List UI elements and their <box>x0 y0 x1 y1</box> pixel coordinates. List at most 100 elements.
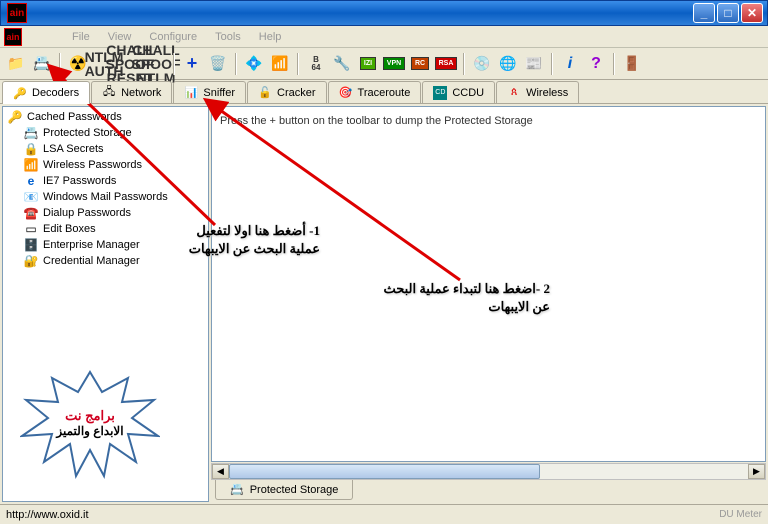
toolbar: 📁 📇 ☢️ NTLM AUTH CHALL SPOOF RESET CHALL… <box>0 48 768 80</box>
tab-label: Traceroute <box>358 87 411 99</box>
tree-item-windows-mail[interactable]: 📧 Windows Mail Passwords <box>5 189 206 205</box>
traceroute-icon: 🎯 <box>339 86 353 100</box>
separator <box>173 53 175 75</box>
key-button[interactable]: 🔧 <box>330 52 354 76</box>
tree-label: LSA Secrets <box>43 143 104 155</box>
ie-icon: e <box>23 174 39 188</box>
content-hint: Press the + button on the toolbar to dum… <box>220 115 533 127</box>
tree-item-dialup[interactable]: ☎️ Dialup Passwords <box>5 205 206 221</box>
bottom-tab-label: Protected Storage <box>250 484 339 496</box>
cracker-icon: 🔓 <box>258 86 272 100</box>
lsa-icon: 🔒 <box>23 142 39 156</box>
tab-label: Wireless <box>526 87 568 99</box>
separator <box>59 53 61 75</box>
b64-button[interactable]: B 64 <box>304 52 328 76</box>
cache-icon: 🔑 <box>7 110 23 124</box>
bottom-tab-bar: 📇 Protected Storage <box>211 480 766 502</box>
tab-decoders[interactable]: 🔑Decoders <box>2 81 90 104</box>
badge-vpn[interactable]: VPN <box>382 52 406 76</box>
sidebar-tree: 🔑 Cached Passwords 📇 Protected Storage 🔒 LS… <box>2 106 209 502</box>
title-bar: ain _ □ ✕ <box>0 0 768 26</box>
dialup-icon: ☎️ <box>23 206 39 220</box>
credential-icon: 🔐 <box>23 254 39 268</box>
wireless-button[interactable]: 📶 <box>268 52 292 76</box>
globe-button[interactable]: 🌐 <box>496 52 520 76</box>
help-button[interactable]: ? <box>584 52 608 76</box>
menu-help[interactable]: Help <box>251 28 290 46</box>
open-folder-button[interactable]: 📁 <box>4 52 28 76</box>
tree-item-enterprise-manager[interactable]: 🗄️ Enterprise Manager <box>5 237 206 253</box>
cert-button[interactable]: 📰 <box>522 52 546 76</box>
app-icon-small: ain <box>4 28 22 46</box>
content-area: Press the + button on the toolbar to dum… <box>211 106 766 502</box>
badge-rc[interactable]: RC <box>408 52 432 76</box>
edit-icon: ▭ <box>23 222 39 236</box>
separator <box>235 53 237 75</box>
tree-item-protected-storage[interactable]: 📇 Protected Storage <box>5 125 206 141</box>
tree-item-edit-boxes[interactable]: ▭ Edit Boxes <box>5 221 206 237</box>
badge-rsa[interactable]: RSA <box>434 52 458 76</box>
window-controls: _ □ ✕ <box>693 3 765 23</box>
wifi-icon: 📶 <box>23 158 39 172</box>
tree-label: Wireless Passwords <box>43 159 142 171</box>
cd-button[interactable]: 💿 <box>470 52 494 76</box>
info-button[interactable]: i <box>558 52 582 76</box>
tab-bar: 🔑Decoders 🖧 Network 📊 Sniffer 🔓Cracker 🎯 Tr… <box>0 80 768 104</box>
tab-label: Decoders <box>32 87 79 99</box>
scroll-right-button[interactable]: ▶ <box>748 464 765 479</box>
tree-label: Cached Passwords <box>27 111 122 123</box>
tree-label: Enterprise Manager <box>43 239 140 251</box>
tab-network[interactable]: 🖧 Network <box>91 81 172 103</box>
menu-tools[interactable]: Tools <box>207 28 249 46</box>
separator <box>297 53 299 75</box>
tree-item-wireless-passwords[interactable]: 📶 Wireless Passwords <box>5 157 206 173</box>
tree-root-item[interactable]: 🔑 Cached Passwords <box>5 109 206 125</box>
separator <box>551 53 553 75</box>
separator <box>463 53 465 75</box>
tree-item-credential-manager[interactable]: 🔐Credential Manager <box>5 253 206 269</box>
tab-cracker[interactable]: 🔓Cracker <box>247 81 327 103</box>
app-icon: ain <box>7 3 27 23</box>
enterprise-icon: 🗄️ <box>23 238 39 252</box>
scroll-track[interactable] <box>229 464 748 479</box>
horizontal-scrollbar[interactable]: ◀ ▶ <box>211 463 766 480</box>
storage-icon: 📇 <box>230 483 244 496</box>
separator <box>613 53 615 75</box>
tab-wireless[interactable]: ጰ Wireless <box>496 81 579 103</box>
delete-button[interactable]: 🗑️ <box>206 52 230 76</box>
scroll-thumb[interactable] <box>229 464 540 479</box>
tab-label: Network <box>121 87 161 99</box>
tree-item-ie7-passwords[interactable]: e IE7 Passwords <box>5 173 206 189</box>
tab-sniffer[interactable]: 📊 Sniffer <box>173 81 246 103</box>
close-button[interactable]: ✕ <box>741 3 763 23</box>
nic-button[interactable]: 💠 <box>242 52 266 76</box>
workspace: 🔑 Cached Passwords 📇 Protected Storage 🔒 LS… <box>0 104 768 504</box>
bottom-tab-protected-storage[interactable]: 📇 Protected Storage <box>215 480 353 500</box>
dump-button[interactable]: 📇 <box>30 52 54 76</box>
minimize-button[interactable]: _ <box>693 3 715 23</box>
network-icon: 🖧 <box>102 86 116 100</box>
badge-izi[interactable]: IZI <box>356 52 380 76</box>
status-url: http://www.oxid.it <box>6 509 89 521</box>
wireless-icon: ጰ <box>507 86 521 100</box>
sniffer-icon: 📊 <box>184 86 198 100</box>
menu-file[interactable]: File <box>64 28 98 46</box>
tree-label: Dialup Passwords <box>43 207 131 219</box>
tree-item-lsa-secrets[interactable]: 🔒 LSA Secrets <box>5 141 206 157</box>
tree-label: Windows Mail Passwords <box>43 191 168 203</box>
storage-icon: 📇 <box>23 126 39 140</box>
tab-label: Sniffer <box>203 87 235 99</box>
exit-button[interactable]: 🚪 <box>620 52 644 76</box>
maximize-button[interactable]: □ <box>717 3 739 23</box>
add-button[interactable]: + <box>180 52 204 76</box>
scroll-left-button[interactable]: ◀ <box>212 464 229 479</box>
tab-traceroute[interactable]: 🎯 Traceroute <box>328 81 422 103</box>
tab-label: CCDU <box>452 87 484 99</box>
tree-label: Edit Boxes <box>43 223 96 235</box>
tree-label: Protected Storage <box>43 127 132 139</box>
chall-ntlm-button[interactable]: CHALL SPOOF NTLM <box>144 52 168 76</box>
tab-ccdu[interactable]: CDCCDU <box>422 81 495 103</box>
mail-icon: 📧 <box>23 190 39 204</box>
tree-label: IE7 Passwords <box>43 175 116 187</box>
status-bar: http://www.oxid.it DU Meter <box>0 504 768 524</box>
